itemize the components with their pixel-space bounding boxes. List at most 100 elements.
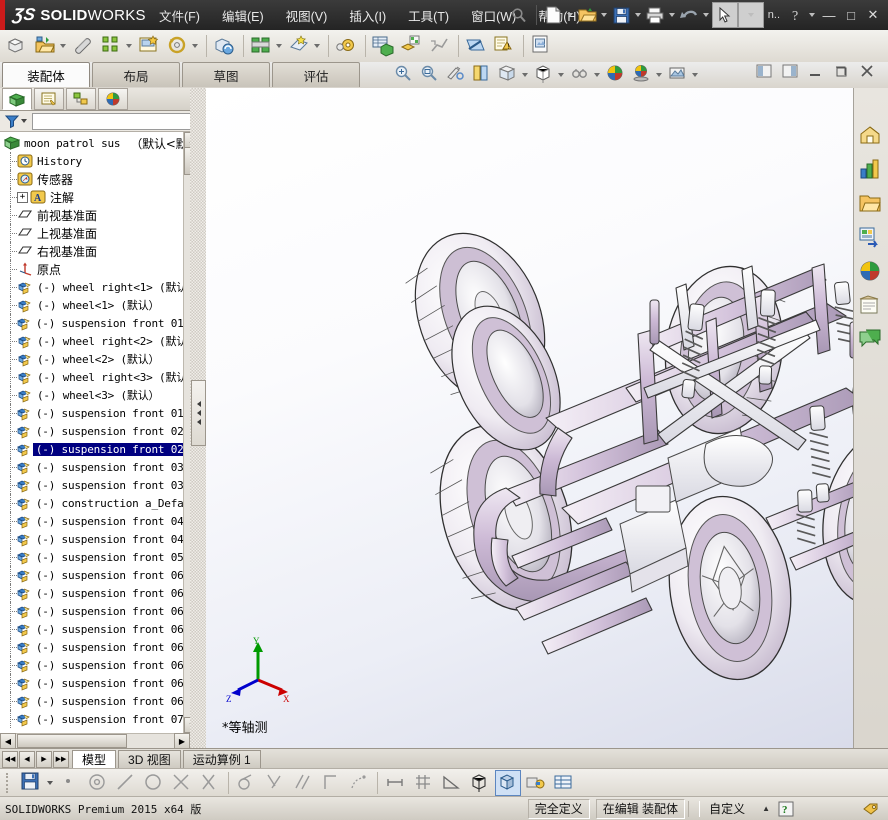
feature-tree-tab[interactable] bbox=[2, 88, 32, 110]
3d-views-tab[interactable]: 3D 视图 bbox=[118, 749, 181, 769]
angle-icon[interactable] bbox=[440, 771, 464, 795]
tree-root-row[interactable]: moon patrol sus （默认<默认 bbox=[0, 134, 190, 152]
tree-item[interactable]: (-) suspension front 06< bbox=[0, 674, 190, 692]
coincident-line-icon[interactable] bbox=[114, 771, 138, 795]
tree-item[interactable]: 传感器 bbox=[0, 170, 190, 188]
doc-minimize-icon[interactable] bbox=[807, 63, 831, 87]
window-restore-button[interactable]: □ bbox=[840, 8, 862, 23]
edit-component-dropdown[interactable] bbox=[60, 44, 66, 48]
pattern-dropdown[interactable] bbox=[126, 44, 132, 48]
apply-scene-dropdown[interactable] bbox=[656, 73, 662, 77]
tab-evaluate[interactable]: 评估 bbox=[272, 62, 360, 87]
configuration-manager-tab[interactable] bbox=[66, 88, 96, 110]
toolbar-grip[interactable] bbox=[6, 773, 14, 793]
tree-item[interactable]: (-) suspension front 07< bbox=[0, 710, 190, 728]
apply-scene-icon[interactable] bbox=[631, 63, 655, 87]
tree-item[interactable]: (-) suspension front 02< bbox=[0, 422, 190, 440]
intersection-icon[interactable] bbox=[170, 771, 194, 795]
tree-item[interactable]: (-) construction a_Defau bbox=[0, 494, 190, 512]
scroll-left-button[interactable]: ◀ bbox=[0, 733, 16, 749]
doc-close-icon[interactable] bbox=[859, 63, 883, 87]
status-arrow-up[interactable]: ▲ bbox=[754, 804, 778, 813]
tree-item[interactable]: History bbox=[0, 152, 190, 170]
help-dropdown[interactable] bbox=[809, 13, 815, 17]
custom-properties-icon[interactable] bbox=[857, 292, 885, 320]
motion-study-tab[interactable]: 运动算例 1 bbox=[182, 749, 261, 769]
edit-appearance-icon[interactable] bbox=[605, 63, 629, 87]
menu-item-tools[interactable]: 工具(T) bbox=[397, 1, 460, 30]
window-minimize-button[interactable]: — bbox=[818, 8, 840, 23]
zoom-to-area-icon[interactable] bbox=[419, 63, 443, 87]
tree-item[interactable]: (-) suspension front 06< bbox=[0, 602, 190, 620]
appearance-icon[interactable] bbox=[524, 771, 548, 795]
edit-component-icon[interactable] bbox=[33, 33, 59, 59]
property-manager-tab[interactable] bbox=[34, 88, 64, 110]
point-icon[interactable] bbox=[58, 771, 82, 795]
previous-view-icon[interactable] bbox=[445, 63, 469, 87]
parallel-icon[interactable] bbox=[291, 771, 315, 795]
window-close-button[interactable]: ✕ bbox=[862, 7, 884, 23]
feature-tree[interactable]: moon patrol sus （默认<默认 History 传感器 + A 注解前视基… bbox=[0, 132, 190, 735]
appearances-scenes-icon[interactable] bbox=[857, 258, 885, 286]
grid-icon[interactable] bbox=[412, 771, 436, 795]
circle-icon[interactable] bbox=[142, 771, 166, 795]
linear-component-pattern-icon[interactable] bbox=[99, 33, 125, 59]
menu-item-edit[interactable]: 编辑(E) bbox=[211, 1, 275, 30]
tree-item[interactable]: + A 注解 bbox=[0, 188, 190, 206]
tree-item[interactable]: 上视基准面 bbox=[0, 224, 190, 242]
save-icon[interactable] bbox=[610, 3, 634, 27]
scroll-right-button[interactable]: ▶ bbox=[174, 733, 190, 749]
menu-item-view[interactable]: 视图(V) bbox=[275, 1, 339, 30]
previous-icon[interactable]: ◀ bbox=[19, 750, 35, 768]
bill-of-materials-icon[interactable] bbox=[371, 33, 397, 59]
new-document-dropdown[interactable] bbox=[566, 13, 573, 17]
tree-item[interactable]: 原点 bbox=[0, 260, 190, 278]
move-component-dropdown[interactable] bbox=[192, 44, 198, 48]
h-scroll-thumb[interactable] bbox=[17, 734, 127, 748]
reference-geometry-dropdown[interactable] bbox=[314, 44, 320, 48]
hide-show-items-icon[interactable] bbox=[569, 63, 593, 87]
assembly-features-icon[interactable] bbox=[249, 33, 275, 59]
tag-icon[interactable] bbox=[862, 801, 880, 817]
next-icon[interactable]: ▶ bbox=[36, 750, 52, 768]
save-dropdown[interactable] bbox=[634, 13, 641, 17]
panel-splitter[interactable] bbox=[190, 88, 206, 748]
tree-expander[interactable]: + bbox=[17, 191, 28, 203]
view-settings-icon[interactable] bbox=[667, 63, 691, 87]
solidworks-forum-icon[interactable] bbox=[857, 326, 885, 354]
insert-components-icon[interactable] bbox=[5, 33, 31, 59]
tree-item[interactable]: (-) suspension front 06< bbox=[0, 620, 190, 638]
tab-sketch[interactable]: 草图 bbox=[182, 62, 270, 87]
move-component-icon[interactable] bbox=[165, 33, 191, 59]
open-dropdown[interactable] bbox=[600, 13, 607, 17]
exploded-view-icon[interactable] bbox=[399, 33, 425, 59]
tree-item[interactable]: (-) suspension front 03< bbox=[0, 476, 190, 494]
doc-restore-icon[interactable] bbox=[833, 63, 857, 87]
zoom-to-fit-icon[interactable] bbox=[393, 63, 417, 87]
tree-item[interactable]: (-) suspension front 02< bbox=[0, 440, 190, 458]
select-dropdown[interactable] bbox=[737, 2, 764, 28]
concentric-mate-icon[interactable] bbox=[86, 771, 110, 795]
splitter-grip[interactable] bbox=[191, 380, 206, 446]
design-library-icon[interactable] bbox=[857, 156, 885, 184]
help-icon[interactable]: ? bbox=[784, 3, 808, 27]
tree-item[interactable]: (-) wheel right<1> (默认 bbox=[0, 278, 190, 296]
first-icon[interactable]: ◀◀ bbox=[2, 750, 18, 768]
shaded-box-icon[interactable] bbox=[495, 770, 521, 796]
perpendicular-icon[interactable] bbox=[263, 771, 287, 795]
display-style-dropdown[interactable] bbox=[558, 73, 564, 77]
options-icon[interactable] bbox=[529, 33, 555, 59]
tile-right-icon[interactable] bbox=[781, 63, 805, 87]
menu-item-insert[interactable]: 插入(I) bbox=[338, 1, 397, 30]
open-icon[interactable] bbox=[576, 3, 600, 27]
tangent-icon[interactable] bbox=[235, 771, 259, 795]
display-manager-tab[interactable] bbox=[98, 88, 128, 110]
feature-tree-horizontal-scrollbar[interactable]: ◀ ▶ bbox=[0, 733, 190, 749]
explode-line-sketch-icon[interactable] bbox=[427, 33, 453, 59]
tile-left-icon[interactable] bbox=[755, 63, 779, 87]
tree-item[interactable]: (-) suspension front 01s bbox=[0, 314, 190, 332]
filter-icon[interactable] bbox=[4, 113, 20, 129]
tree-item[interactable]: 右视基准面 bbox=[0, 242, 190, 260]
new-motion-study-icon[interactable] bbox=[334, 33, 360, 59]
tree-item[interactable]: (-) suspension front 01b bbox=[0, 404, 190, 422]
